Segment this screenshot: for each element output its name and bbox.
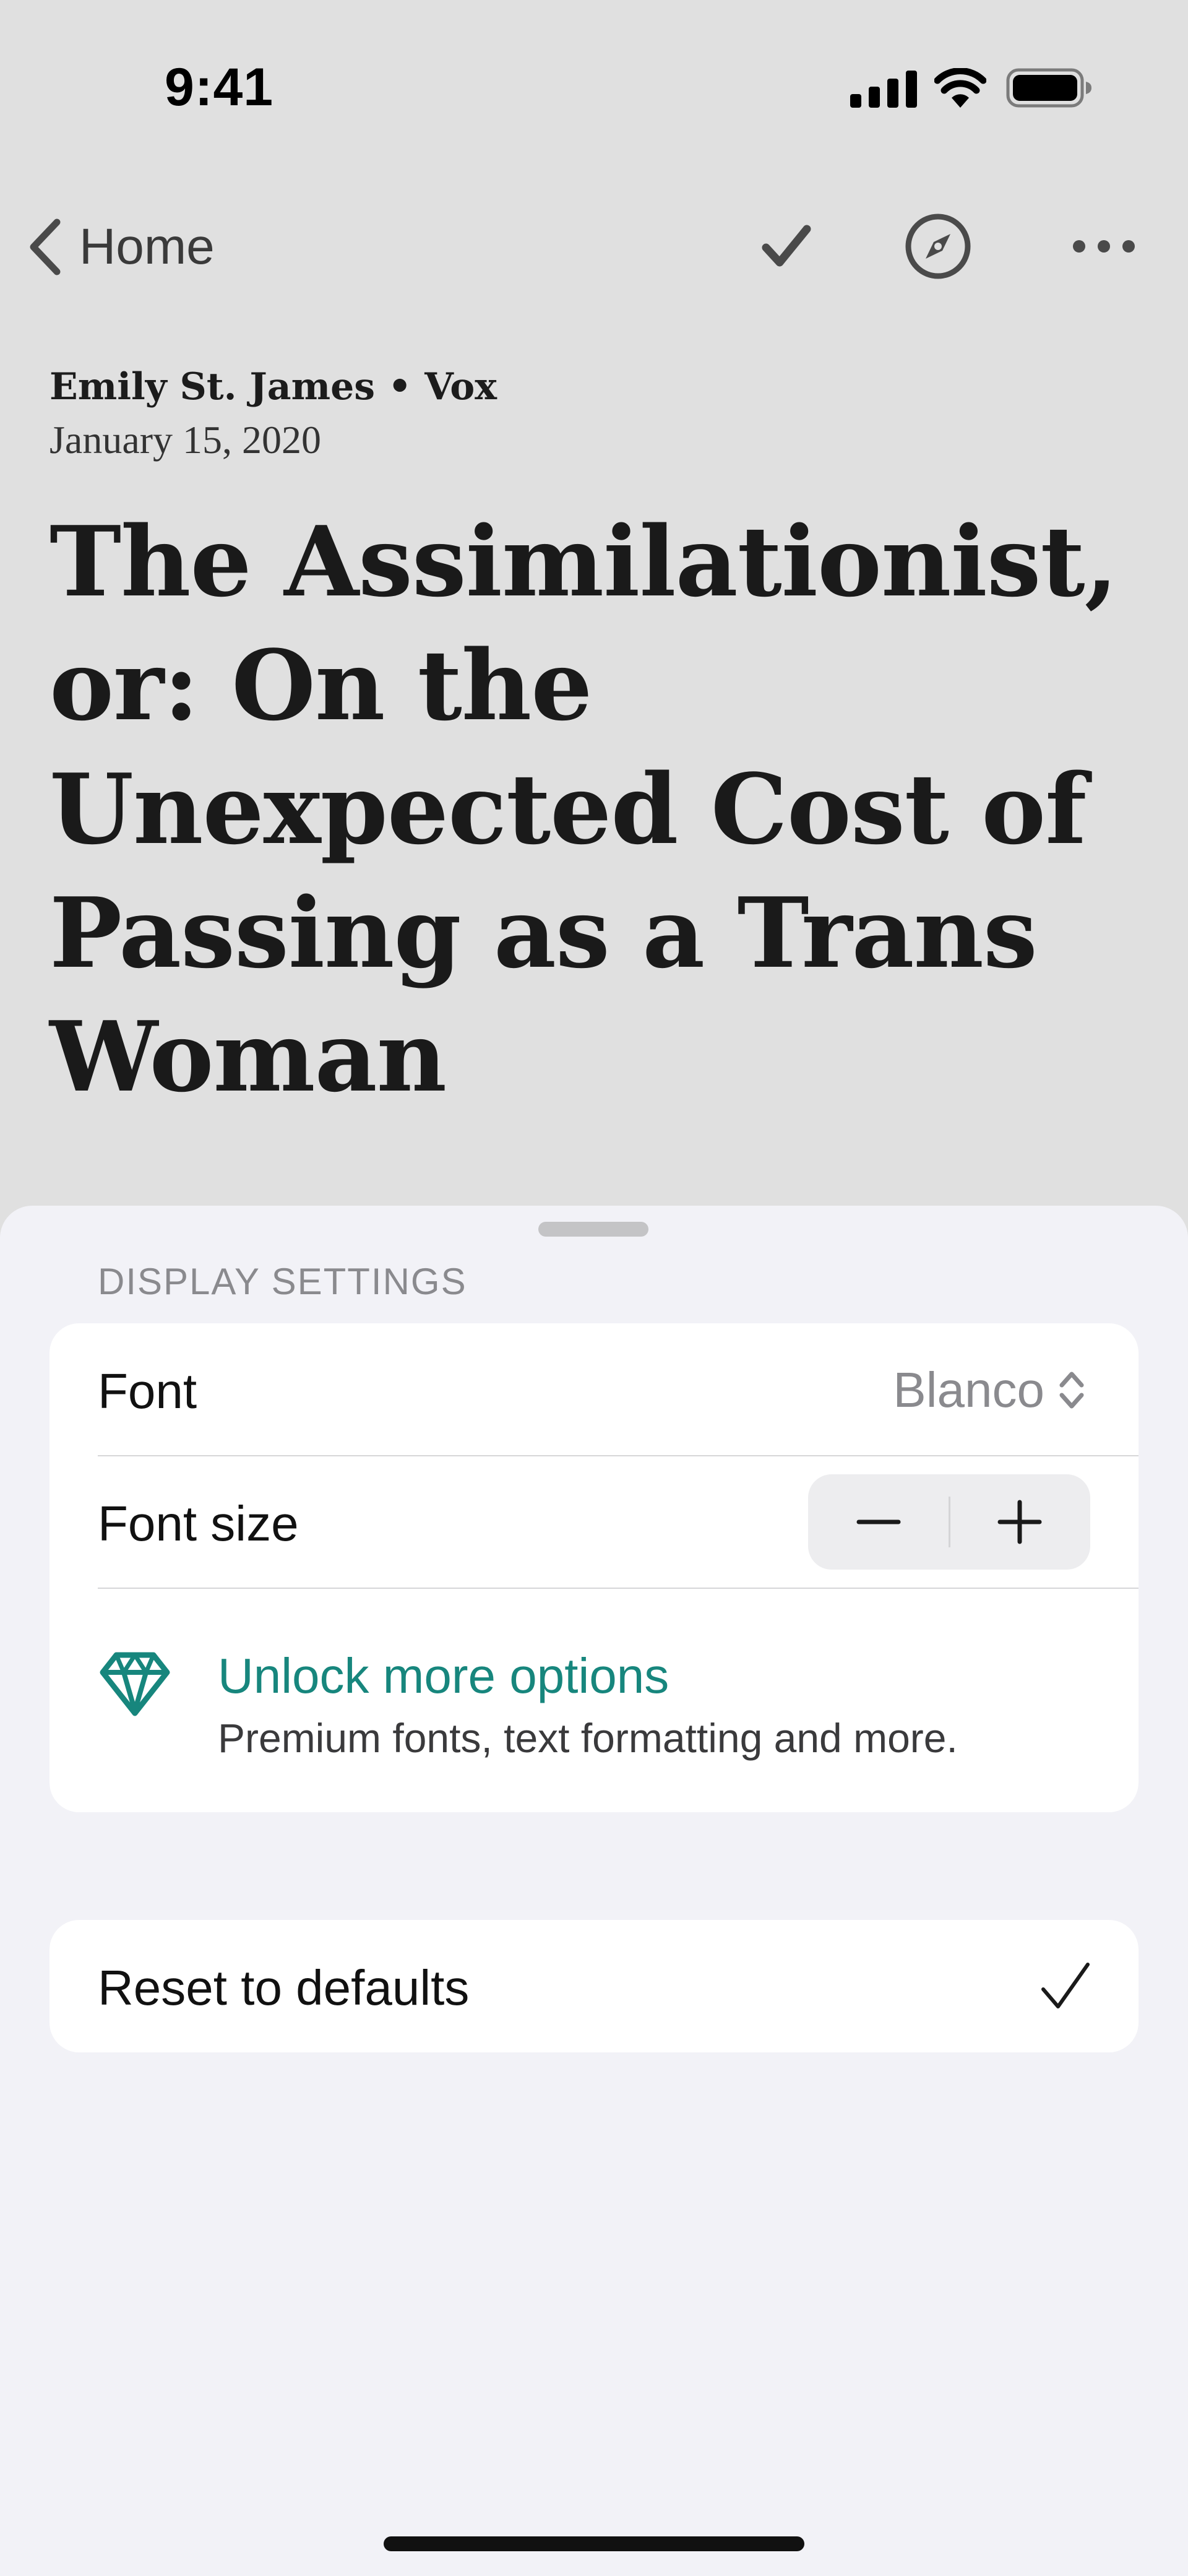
chevron-left-icon xyxy=(30,218,61,275)
home-indicator xyxy=(384,2536,804,2551)
decrease-font-size-button[interactable] xyxy=(808,1474,949,1570)
section-header: DISPLAY SETTINGS xyxy=(98,1261,467,1302)
chevron-up-down-icon xyxy=(1059,1372,1084,1409)
status-bar: 9:41 xyxy=(0,0,1188,173)
reset-label: Reset to defaults xyxy=(98,1960,470,2015)
font-picker[interactable]: Blanco xyxy=(893,1359,1090,1421)
open-in-browser-button[interactable] xyxy=(901,209,975,283)
more-icon xyxy=(1073,240,1135,253)
compass-icon xyxy=(905,214,971,279)
nav-bar: Home xyxy=(0,198,1188,291)
stepper-separator xyxy=(949,1497,950,1547)
battery-icon xyxy=(1006,68,1091,108)
wifi-icon xyxy=(934,68,986,108)
article-title-line: The Assimilationist, xyxy=(50,505,1118,618)
checkmark-icon xyxy=(762,225,811,267)
font-size-row: Font size xyxy=(50,1456,1138,1588)
cellular-signal-icon xyxy=(850,71,917,108)
display-settings-sheet: DISPLAY SETTINGS Font Blanco Font size U… xyxy=(0,1206,1188,2576)
plus-icon xyxy=(997,1500,1042,1544)
font-size-label: Font size xyxy=(98,1496,299,1551)
unlock-title: Unlock more options xyxy=(218,1648,669,1703)
status-time: 9:41 xyxy=(165,58,274,117)
unlock-more-options-row[interactable]: Unlock more options Premium fonts, text … xyxy=(50,1588,1138,1812)
sheet-grabber[interactable] xyxy=(538,1222,648,1237)
back-label: Home xyxy=(79,218,215,275)
mark-read-button[interactable] xyxy=(749,209,823,283)
reset-to-defaults-row[interactable]: Reset to defaults xyxy=(50,1920,1138,2052)
diamond-icon xyxy=(100,1652,170,1716)
increase-font-size-button[interactable] xyxy=(949,1474,1090,1570)
unlock-subtitle: Premium fonts, text formatting and more. xyxy=(218,1715,958,1761)
status-icons xyxy=(848,62,1095,111)
back-button[interactable]: Home xyxy=(25,213,248,281)
font-label: Font xyxy=(98,1364,197,1419)
article-title-line: or: On the xyxy=(50,629,593,742)
minus-icon xyxy=(856,1519,901,1524)
article-byline: Emily St. James • Vox xyxy=(50,365,497,408)
article-title-line: Woman xyxy=(50,1000,447,1113)
font-value: Blanco xyxy=(893,1362,1044,1417)
article-title-line: Passing as a Trans xyxy=(50,876,1038,990)
checkmark-icon xyxy=(1041,1963,1090,2008)
more-button[interactable] xyxy=(1067,209,1141,283)
article-title-line: Unexpected Cost of xyxy=(50,753,1087,866)
font-row[interactable]: Font Blanco xyxy=(50,1323,1138,1456)
article-header: Emily St. James • Vox January 15, 2020 T… xyxy=(50,365,1138,1119)
settings-group: Font Blanco Font size Unlock more option… xyxy=(50,1323,1138,1812)
article-title: The Assimilationist, or: On the Unexpect… xyxy=(50,500,1138,1119)
article-date: January 15, 2020 xyxy=(50,418,322,462)
font-size-stepper xyxy=(808,1474,1090,1570)
